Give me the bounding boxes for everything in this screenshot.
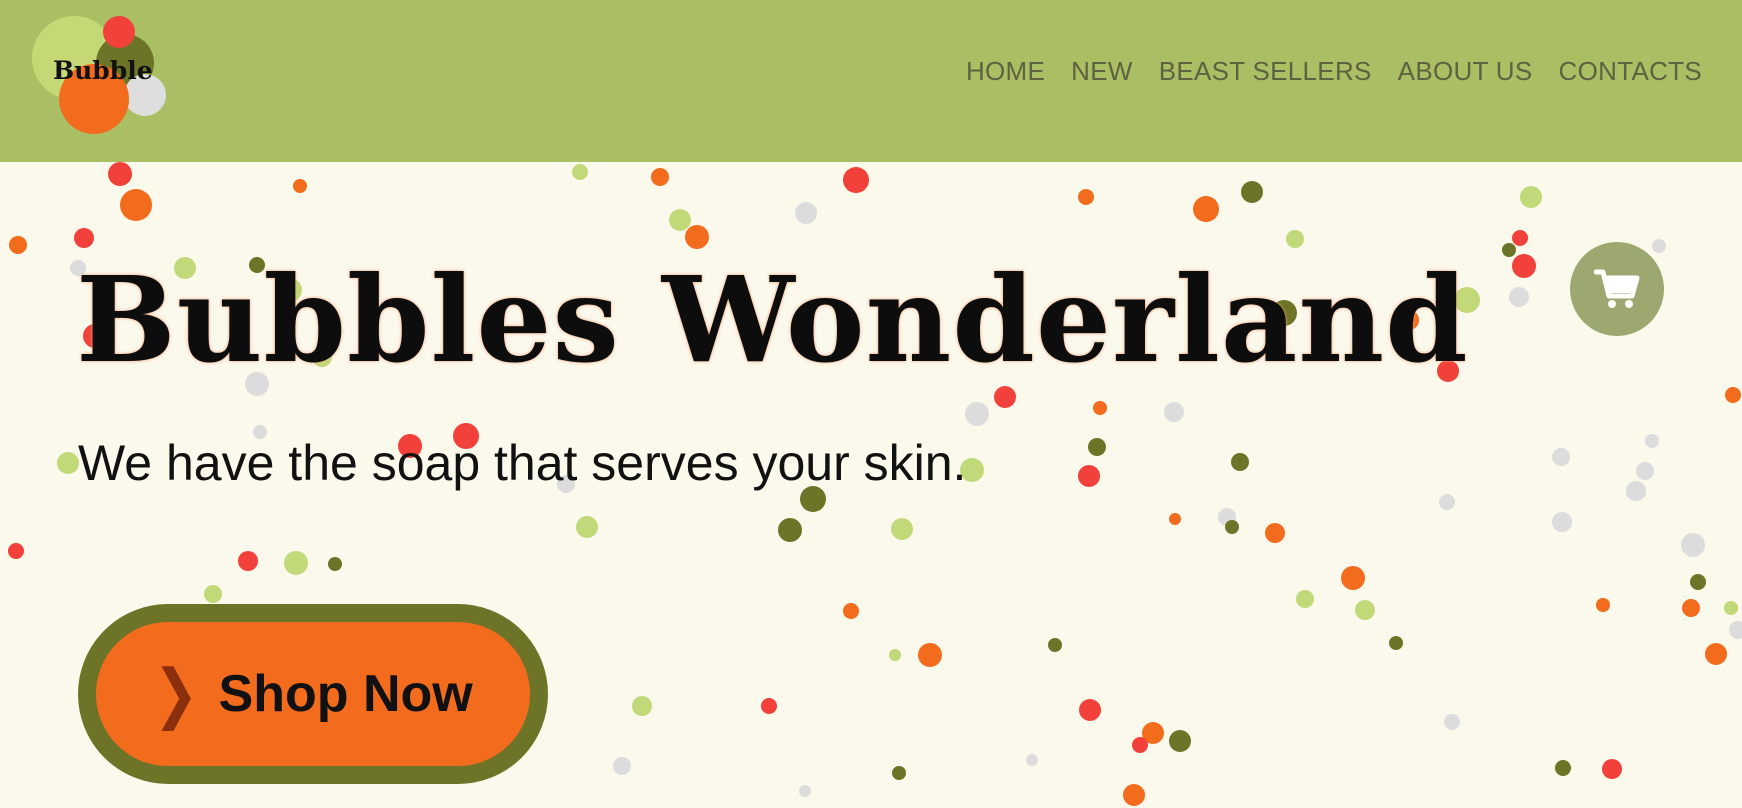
bubble-dot [761, 698, 777, 714]
bubble-dot [632, 696, 652, 716]
bubble-dot [669, 209, 691, 231]
bubble-dot [1439, 494, 1455, 510]
bubble-dot [1241, 181, 1263, 203]
bubble-dot [1555, 760, 1571, 776]
bubble-dot [57, 452, 79, 474]
bubble-dot [799, 785, 811, 797]
bubble-dot [795, 202, 817, 224]
bubble-dot [1169, 513, 1181, 525]
bubble-dot [1389, 636, 1403, 650]
bubble-dot [1078, 189, 1094, 205]
bubble-dot [1093, 401, 1107, 415]
bubble-dot [1512, 254, 1536, 278]
bubble-dot [1078, 465, 1100, 487]
bubble-dot [1444, 714, 1460, 730]
bubble-dot [1509, 287, 1529, 307]
bubble-dot [1088, 438, 1106, 456]
bubble-dot [1026, 754, 1038, 766]
bubble-dot [651, 168, 669, 186]
bubble-dot [204, 585, 222, 603]
bubble-dot [1729, 621, 1742, 639]
bubble-dot [9, 236, 27, 254]
bubble-dot [1552, 448, 1570, 466]
bubble-dot [1123, 784, 1145, 806]
bubble-dot [1341, 566, 1365, 590]
hero-title: Bubbles Wonderland [76, 250, 1469, 389]
bubble-dot [74, 228, 94, 248]
site-header: Bubble HOME NEW BEAST SELLERS ABOUT US C… [0, 0, 1742, 162]
bubble-dot [576, 516, 598, 538]
bubble-dot [891, 518, 913, 540]
bubble-dot [778, 518, 802, 542]
bubble-dot [1705, 643, 1727, 665]
bubble-dot [1681, 533, 1705, 557]
bubble-dot [284, 551, 308, 575]
bubble-dot [120, 189, 152, 221]
shop-now-button[interactable]: ❯ Shop Now [78, 604, 548, 784]
bubble-dot [1296, 590, 1314, 608]
bubble-dot [1355, 600, 1375, 620]
bubble-dot [1596, 598, 1610, 612]
bubble-dot [1512, 230, 1528, 246]
bubble-dot [1724, 601, 1738, 615]
bubble-dot [1048, 638, 1062, 652]
bubble-dot [1602, 759, 1622, 779]
nav-beast-sellers[interactable]: BEAST SELLERS [1159, 56, 1372, 87]
bubble-dot [1636, 462, 1654, 480]
cart-button[interactable] [1570, 242, 1664, 336]
bubble-dot [1225, 520, 1239, 534]
bubble-dot [1645, 434, 1659, 448]
nav-contacts[interactable]: CONTACTS [1559, 56, 1702, 87]
bubble-dot [843, 167, 869, 193]
logo[interactable]: Bubble [32, 16, 172, 134]
logo-text: Bubble [53, 56, 153, 85]
bubble-dot [238, 551, 258, 571]
bubble-dot [889, 649, 901, 661]
nav-new[interactable]: NEW [1071, 56, 1133, 87]
bubble-dot [1231, 453, 1249, 471]
bubble-dot [965, 402, 989, 426]
hero-subtitle: We have the soap that serves your skin. [78, 435, 967, 491]
bubble-dot [1132, 737, 1148, 753]
bubble-dot [1652, 239, 1666, 253]
bubble-dot [843, 603, 859, 619]
bubble-dot [1682, 599, 1700, 617]
bubble-dot [1552, 512, 1572, 532]
bubble-dot [1265, 523, 1285, 543]
bubble-dot [1502, 243, 1516, 257]
main-nav: HOME NEW BEAST SELLERS ABOUT US CONTACTS [966, 56, 1702, 87]
shop-now-label: Shop Now [218, 665, 473, 723]
bubble-dot [8, 543, 24, 559]
bubble-dot [1286, 230, 1304, 248]
bubble-dot [685, 225, 709, 249]
bubble-dot [328, 557, 342, 571]
shopping-cart-icon [1594, 269, 1640, 308]
bubble-dot [108, 162, 132, 186]
bubble-dot [892, 766, 906, 780]
bubble-dot [1193, 196, 1219, 222]
nav-about-us[interactable]: ABOUT US [1398, 56, 1533, 87]
bubble-dot [1725, 387, 1741, 403]
bubble-dot [613, 757, 631, 775]
bubble-dot [1079, 699, 1101, 721]
nav-home[interactable]: HOME [966, 56, 1045, 87]
bubble-dot [293, 179, 307, 193]
bubble-dot [1690, 574, 1706, 590]
bubble-dot [918, 643, 942, 667]
bubble-dot [1169, 730, 1191, 752]
bubble-dot [1520, 186, 1542, 208]
bubble-dot [1164, 402, 1184, 422]
chevron-right-icon: ❯ [153, 655, 199, 732]
bubble-dot [1626, 481, 1646, 501]
bubble-dot [572, 164, 588, 180]
logo-circle-red [103, 16, 135, 48]
